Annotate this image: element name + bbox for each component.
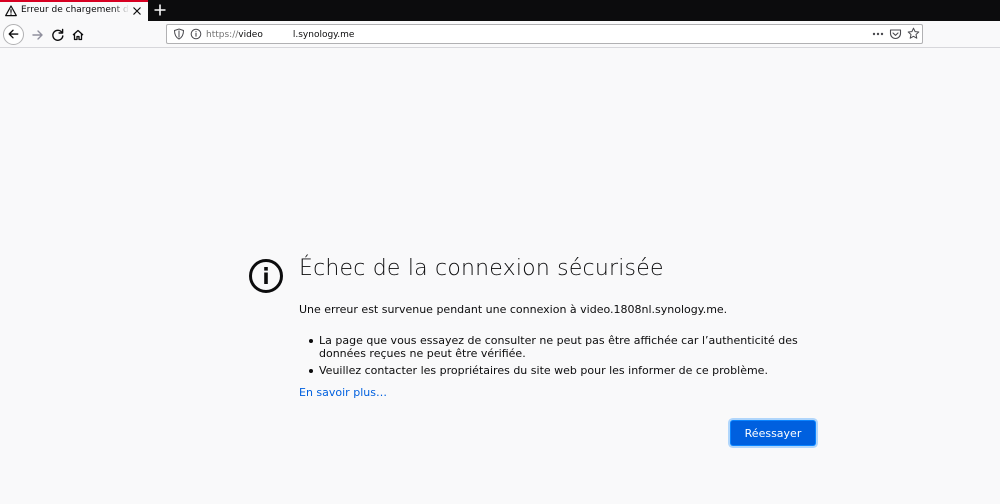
retry-button[interactable]: Réessayer: [731, 421, 815, 445]
learn-more-link[interactable]: En savoir plus…: [299, 386, 387, 399]
tracking-protection-icon[interactable]: [173, 28, 185, 40]
list-item: La page que vous essayez de consulter ne…: [309, 334, 839, 360]
url-host-start: video: [238, 30, 263, 40]
navigation-toolbar: https://video l.synology.me: [0, 21, 1000, 48]
info-icon[interactable]: [190, 28, 202, 40]
arrow-left-icon: [8, 29, 19, 39]
url-redaction: [262, 28, 293, 39]
forward-button[interactable]: [28, 25, 48, 45]
home-icon[interactable]: [68, 25, 88, 45]
close-icon[interactable]: [132, 6, 142, 16]
new-tab-icon[interactable]: [153, 3, 167, 17]
url-bar[interactable]: https://video l.synology.me: [166, 24, 923, 44]
url-scheme: https://: [206, 30, 239, 40]
pocket-icon[interactable]: [889, 28, 902, 40]
error-description: Une erreur est survenue pendant une conn…: [299, 303, 728, 316]
list-item: Veuillez contacter les propriétaires du …: [309, 364, 839, 377]
url-text[interactable]: https://video l.synology.me: [206, 28, 354, 40]
error-details-list: La page que vous essayez de consulter ne…: [299, 334, 839, 381]
tab-active[interactable]: Erreur de chargement de la page: [0, 0, 148, 21]
bookmark-star-icon[interactable]: [907, 27, 920, 40]
reload-icon[interactable]: [48, 25, 68, 45]
tab-strip: Erreur de chargement de la page: [0, 0, 1000, 21]
tab-title: Erreur de chargement de la page: [21, 5, 129, 15]
error-title: Échec de la connexion sécurisée: [299, 256, 664, 281]
info-circle-icon: [249, 259, 283, 293]
url-host-end: l.synology.me: [292, 30, 355, 40]
back-button[interactable]: [3, 24, 24, 45]
page-actions-icon[interactable]: [871, 28, 885, 40]
warning-icon: [5, 5, 17, 17]
